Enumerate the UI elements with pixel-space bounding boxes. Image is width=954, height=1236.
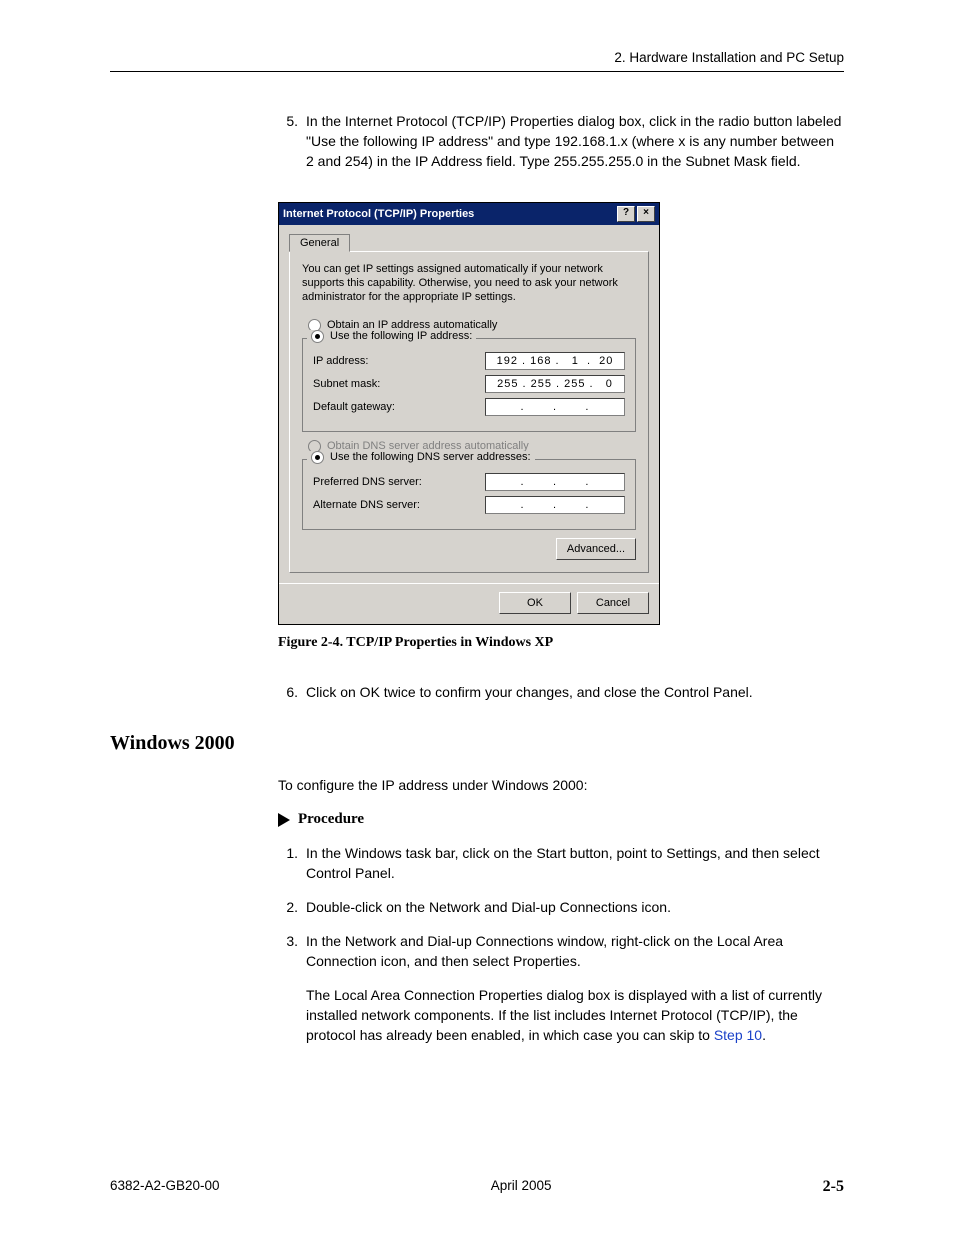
arrow-right-icon (278, 813, 290, 827)
radio-label: Use the following DNS server addresses: (330, 451, 531, 463)
alternate-dns-input[interactable] (485, 496, 625, 514)
step-10-link[interactable]: Step 10 (714, 1027, 762, 1043)
proc-step-3: 3. In the Network and Dial-up Connection… (278, 932, 844, 1045)
tab-panel: You can get IP settings assigned automat… (289, 251, 649, 573)
dns-groupbox: Use the following DNS server addresses: … (302, 459, 636, 530)
dialog-description: You can get IP settings assigned automat… (302, 262, 636, 305)
step-5: 5. In the Internet Protocol (TCP/IP) Pro… (278, 112, 844, 172)
radio-use-dns[interactable]: Use the following DNS server addresses: (307, 451, 535, 464)
step-number: 1. (278, 844, 298, 884)
radio-icon (311, 451, 324, 464)
preferred-dns-input[interactable] (485, 473, 625, 491)
step-number: 5. (278, 112, 298, 172)
close-icon[interactable]: × (637, 206, 655, 222)
help-icon[interactable]: ? (617, 206, 635, 222)
footer-page-number: 2-5 (823, 1178, 844, 1196)
advanced-button[interactable]: Advanced... (556, 538, 636, 560)
alternate-dns-label: Alternate DNS server: (313, 499, 485, 511)
proc-step-2: 2. Double-click on the Network and Dial-… (278, 898, 844, 918)
proc-para-post: . (762, 1027, 766, 1043)
step-text: Double-click on the Network and Dial-up … (306, 898, 844, 918)
dialog-title-bar: Internet Protocol (TCP/IP) Properties ? … (279, 203, 659, 225)
subnet-mask-input[interactable] (485, 375, 625, 393)
step-number: 2. (278, 898, 298, 918)
step-text: In the Network and Dial-up Connections w… (306, 932, 844, 1045)
radio-use-ip[interactable]: Use the following IP address: (307, 330, 476, 343)
radio-icon (311, 330, 324, 343)
radio-label: Use the following IP address: (330, 330, 472, 342)
step-6: 6. Click on OK twice to confirm your cha… (278, 683, 844, 703)
step-text: In the Windows task bar, click on the St… (306, 844, 844, 884)
procedure-heading: Procedure (278, 811, 844, 828)
section-heading: Windows 2000 (110, 732, 844, 755)
ip-groupbox: Use the following IP address: IP address… (302, 338, 636, 432)
footer-center: April 2005 (491, 1178, 552, 1196)
dialog-figure: Internet Protocol (TCP/IP) Properties ? … (278, 202, 844, 651)
proc-step-1: 1. In the Windows task bar, click on the… (278, 844, 844, 884)
page-footer: 6382-A2-GB20-00 April 2005 2-5 (110, 1178, 844, 1196)
cancel-button[interactable]: Cancel (577, 592, 649, 614)
tab-general[interactable]: General (289, 234, 350, 252)
step-text: In the Internet Protocol (TCP/IP) Proper… (306, 112, 844, 172)
default-gateway-input[interactable] (485, 398, 625, 416)
ip-address-label: IP address: (313, 355, 485, 367)
step-number: 6. (278, 683, 298, 703)
tcpip-dialog: Internet Protocol (TCP/IP) Properties ? … (278, 202, 660, 625)
default-gateway-label: Default gateway: (313, 401, 485, 413)
page-header: 2. Hardware Installation and PC Setup (110, 50, 844, 72)
step-number: 3. (278, 932, 298, 1045)
intro-text: To configure the IP address under Window… (278, 777, 844, 793)
ok-button[interactable]: OK (499, 592, 571, 614)
subnet-mask-label: Subnet mask: (313, 378, 485, 390)
preferred-dns-label: Preferred DNS server: (313, 476, 485, 488)
figure-caption: Figure 2-4. TCP/IP Properties in Windows… (278, 635, 844, 651)
step-text: Click on OK twice to confirm your change… (306, 683, 844, 703)
footer-left: 6382-A2-GB20-00 (110, 1178, 220, 1196)
ip-address-input[interactable] (485, 352, 625, 370)
dialog-title: Internet Protocol (TCP/IP) Properties (283, 208, 474, 220)
procedure-label: Procedure (298, 811, 364, 828)
